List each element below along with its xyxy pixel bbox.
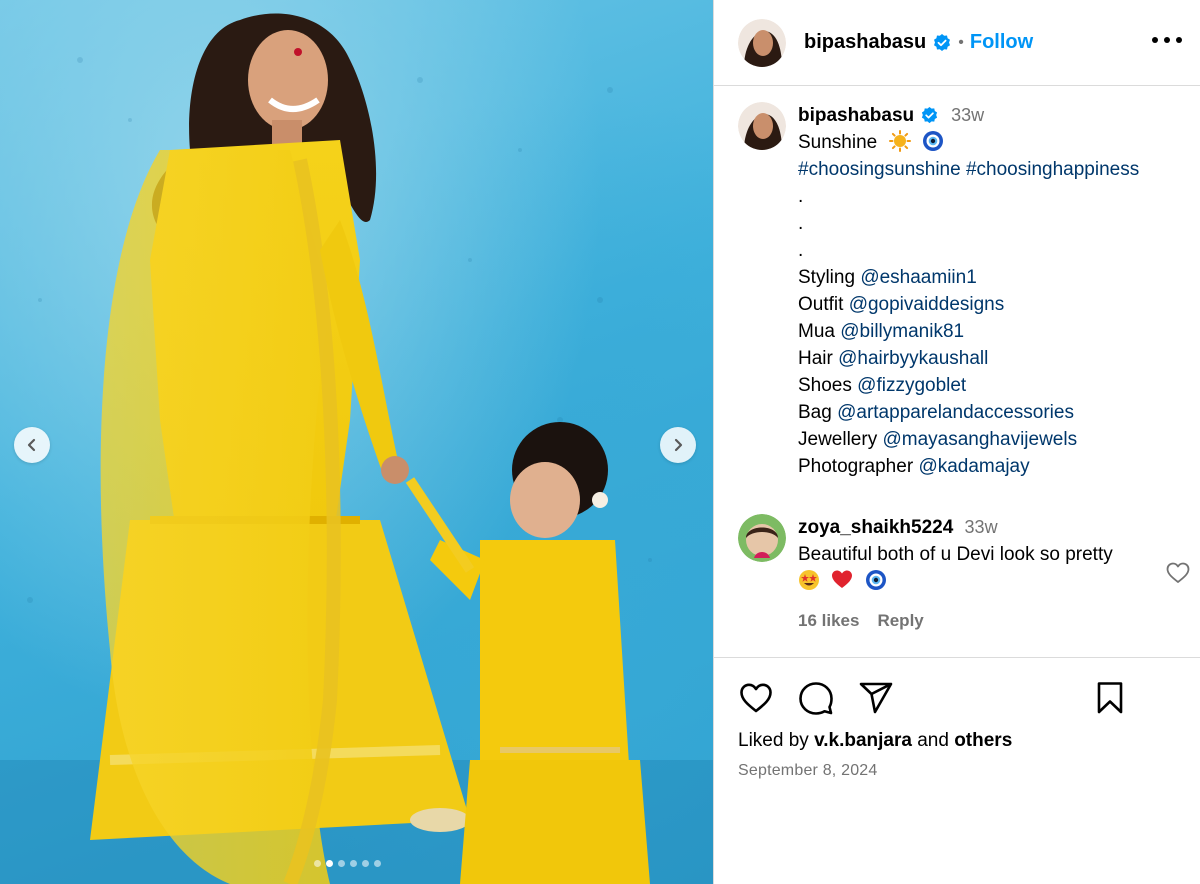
caption-dot-line: . [798,240,804,261]
liked-by-user[interactable]: v.k.banjara [814,730,912,751]
post-header: bipashabasu • Follow [714,0,1200,86]
credit-label: Mua [798,321,835,342]
liked-by-prefix: Liked by [738,730,809,751]
credit-handle-link[interactable]: @gopivaiddesigns [849,294,1005,315]
credit-handle-link[interactable]: @billymanik81 [840,321,964,342]
verified-badge-icon [934,33,951,51]
sun-emoji-icon [888,130,911,152]
carousel-dot [350,860,357,867]
credit-handle-link[interactable]: @kadamajay [918,456,1029,477]
comment-bubble-icon [799,682,833,715]
post-media-carousel[interactable] [0,0,713,884]
nazar-amulet-emoji-icon [865,570,886,590]
paper-plane-icon [859,682,893,714]
credit-label: Hair [798,348,833,369]
follow-button[interactable]: Follow [970,31,1033,54]
credit-line: Outfit @gopivaiddesigns [798,291,1139,318]
credit-line: Jewellery @mayasanghavijewels [798,426,1139,453]
credit-handle-link[interactable]: @mayasanghavijewels [882,429,1077,450]
nazar-amulet-emoji-icon [922,131,943,151]
caption-dot-line: . [798,213,804,234]
chevron-left-icon [27,438,36,452]
caption-dot-line: . [798,186,804,207]
action-bar [738,680,1128,716]
save-button[interactable] [1092,680,1128,716]
comment-like-heart-icon[interactable] [1165,560,1191,586]
comment-text: Beautiful both of u Devi look so pretty [798,544,1113,565]
caption-username[interactable]: bipashabasu [798,102,914,129]
liked-by-and: and [917,730,949,751]
carousel-dot [314,860,321,867]
credit-handle-link[interactable]: @eshaamiin1 [860,267,976,288]
caption-first-line: Sunshine [798,132,878,153]
credit-label: Photographer [798,456,914,477]
credit-handle-link[interactable]: @hairbyykaushall [838,348,988,369]
carousel-next-button[interactable] [660,427,696,463]
comment-avatar[interactable] [738,514,786,562]
credit-handle-link[interactable]: @fizzygoblet [857,375,966,396]
caption-credits: Styling @eshaamiin1 Outfit @gopivaiddesig… [798,264,1139,480]
red-heart-emoji-icon [832,570,853,588]
share-button[interactable] [858,680,894,716]
credit-label: Styling [798,267,856,288]
caption-timestamp[interactable]: 33w [951,102,984,129]
instagram-post-view: bipashabasu • Follow bipashabasu 33w Sun… [0,0,1200,884]
caption-hashtags[interactable]: #choosingsunshine #choosinghappiness [798,156,1139,183]
heart-icon [740,683,772,713]
comment-reply-button[interactable]: Reply [877,607,923,634]
more-options-button[interactable] [1152,28,1182,52]
username[interactable]: bipashabasu [804,31,926,54]
like-button[interactable] [738,680,774,716]
post-photo [0,13,713,884]
carousel-dot [362,860,369,867]
comment-timestamp[interactable]: 33w [965,517,998,537]
carousel-dot [326,860,333,867]
bookmark-icon [1097,682,1123,714]
post-date[interactable]: September 8, 2024 [738,762,878,780]
chevron-right-icon [674,438,683,452]
comment-username[interactable]: zoya_shaikh5224 [798,517,953,538]
liked-by-line: Liked by v.k.banjara and others [738,730,1012,752]
credit-label: Jewellery [798,429,878,450]
credit-line: Shoes @fizzygoblet [798,372,1139,399]
liked-by-others[interactable]: others [954,730,1012,751]
carousel-indicator [314,860,381,867]
credit-label: Outfit [798,294,844,315]
separator-dot: • [958,33,964,51]
avatar[interactable] [738,102,786,150]
credit-label: Bag [798,402,832,423]
credit-line: Styling @eshaamiin1 [798,264,1139,291]
comment-likes-count[interactable]: 16 likes [798,607,859,634]
post-caption: bipashabasu 33w Sunshine #choosingsunshi… [738,102,1188,480]
credit-label: Shoes [798,375,852,396]
star-struck-emoji-icon [799,570,819,590]
post-actions-area: Liked by v.k.banjara and others Septembe… [714,657,1200,884]
carousel-dot [338,860,345,867]
credit-line: Hair @hairbyykaushall [798,345,1139,372]
credit-line: Photographer @kadamajay [798,453,1139,480]
carousel-prev-button[interactable] [14,427,50,463]
credit-line: Mua @billymanik81 [798,318,1139,345]
comment-item: zoya_shaikh5224 33w Beautiful both of u … [738,514,1188,634]
comment-button[interactable] [798,680,834,716]
avatar[interactable] [738,18,786,67]
credit-handle-link[interactable]: @artapparelandaccessories [837,402,1074,423]
carousel-dot [374,860,381,867]
credit-line: Bag @artapparelandaccessories [798,399,1139,426]
ellipsis-icon [1152,37,1158,43]
post-info-panel: bipashabasu • Follow bipashabasu 33w Sun… [713,0,1200,884]
verified-badge-icon [922,106,938,124]
